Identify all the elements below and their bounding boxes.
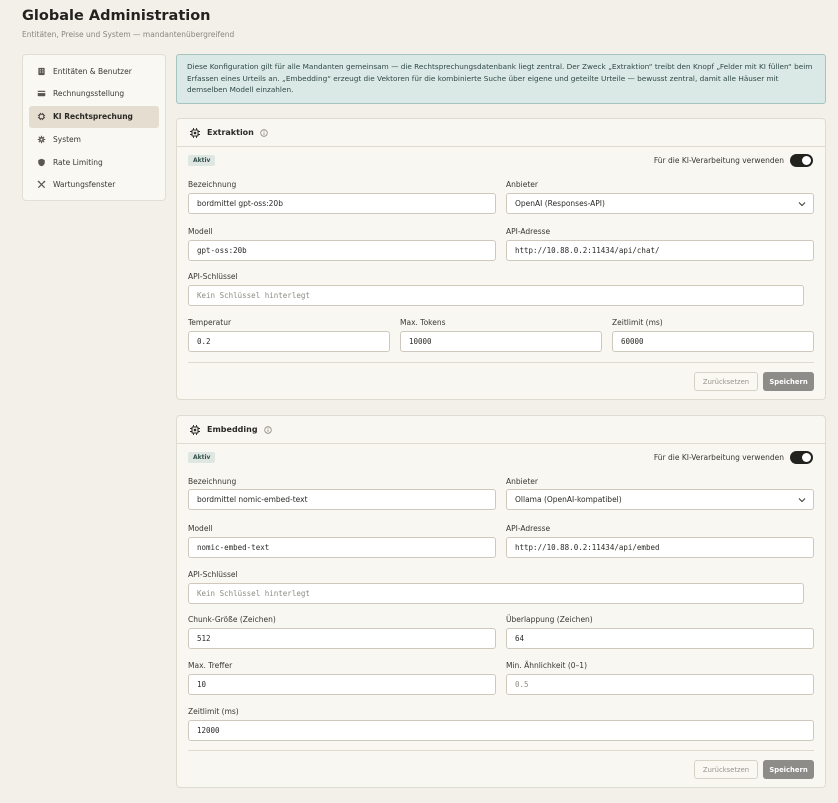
api-adresse-label: API-Adresse bbox=[506, 227, 551, 236]
embedding-card: Embedding Aktiv Für die KI-Verarbeitung … bbox=[176, 415, 826, 788]
api-schluessel-input[interactable]: Kein Schlüssel hinterlegt bbox=[188, 583, 804, 604]
card-title: Extraktion bbox=[207, 128, 254, 137]
temperatur-input[interactable]: 0.2 bbox=[188, 331, 390, 352]
bezeichnung-label: Bezeichnung bbox=[188, 477, 237, 486]
temperatur-label: Temperatur bbox=[188, 318, 232, 327]
api-adresse-input[interactable]: http://10.88.0.2:11434/api/embed bbox=[506, 537, 814, 558]
zeitlimit-label: Zeitlimit (ms) bbox=[612, 318, 663, 327]
card-icon bbox=[37, 89, 46, 98]
zeitlimit-label: Zeitlimit (ms) bbox=[188, 707, 239, 716]
overlap-label: Überlappung (Zeichen) bbox=[506, 615, 593, 624]
card-title: Embedding bbox=[207, 425, 258, 434]
info-icon[interactable] bbox=[260, 128, 268, 137]
modell-input[interactable]: gpt-oss:20b bbox=[188, 240, 496, 261]
info-icon[interactable] bbox=[263, 425, 272, 434]
info-notice: Diese Konfiguration gilt für alle Mandan… bbox=[176, 54, 826, 104]
card-header: Extraktion bbox=[177, 119, 825, 147]
chip-icon bbox=[37, 112, 46, 121]
chip-icon bbox=[190, 127, 200, 138]
sidebar: Entitäten & Benutzer Rechnungsstellung K… bbox=[22, 54, 166, 201]
reset-button[interactable]: Zurücksetzen bbox=[694, 760, 758, 779]
divider bbox=[188, 750, 814, 751]
max-tokens-label: Max. Tokens bbox=[400, 318, 446, 327]
min-aehnlichkeit-input[interactable]: 0.5 bbox=[506, 674, 814, 695]
chunk-input[interactable]: 512 bbox=[188, 628, 496, 649]
max-treffer-label: Max. Treffer bbox=[188, 661, 233, 670]
sidebar-item-label: Entitäten & Benutzer bbox=[53, 66, 132, 76]
toggle-label: Für die KI-Verarbeitung verwenden bbox=[653, 156, 784, 165]
tools-icon bbox=[37, 180, 46, 189]
sidebar-item-label: System bbox=[53, 134, 81, 144]
sidebar-item-ki-rechtsprechung[interactable]: KI Rechtsprechung bbox=[29, 105, 159, 128]
api-schluessel-input[interactable]: Kein Schlüssel hinterlegt bbox=[188, 285, 804, 306]
bezeichnung-input[interactable]: bordmittel nomic-embed-text bbox=[188, 489, 496, 510]
zeitlimit-input[interactable]: 12000 bbox=[188, 720, 814, 741]
use-toggle[interactable] bbox=[790, 154, 813, 167]
card-header: Embedding bbox=[177, 416, 825, 444]
page-subtitle: Entitäten, Preise und System — mandanten… bbox=[22, 30, 235, 39]
sidebar-item-entitaeten[interactable]: Entitäten & Benutzer bbox=[29, 60, 159, 82]
sidebar-item-rate-limiting[interactable]: Rate Limiting bbox=[29, 151, 159, 173]
sidebar-item-rechnungsstellung[interactable]: Rechnungsstellung bbox=[29, 83, 159, 105]
anbieter-value: Ollama (OpenAI-kompatibel) bbox=[515, 495, 622, 504]
anbieter-select[interactable]: Ollama (OpenAI-kompatibel) bbox=[506, 489, 814, 510]
anbieter-label: Anbieter bbox=[506, 180, 538, 189]
min-aehnlichkeit-label: Min. Ähnlichkeit (0–1) bbox=[506, 661, 588, 670]
chip-icon bbox=[190, 424, 200, 435]
reset-button[interactable]: Zurücksetzen bbox=[694, 372, 758, 391]
status-badge: Aktiv bbox=[188, 155, 216, 166]
shield-icon bbox=[37, 158, 46, 167]
modell-label: Modell bbox=[188, 227, 213, 236]
sidebar-item-wartungsfenster[interactable]: Wartungsfenster bbox=[29, 174, 159, 196]
overlap-input[interactable]: 64 bbox=[506, 628, 814, 649]
use-toggle-row: Für die KI-Verarbeitung verwenden bbox=[654, 451, 813, 464]
anbieter-label: Anbieter bbox=[506, 477, 538, 486]
toggle-label: Für die KI-Verarbeitung verwenden bbox=[653, 453, 784, 462]
chunk-label: Chunk-Größe (Zeichen) bbox=[188, 615, 276, 624]
modell-input[interactable]: nomic-embed-text bbox=[188, 537, 496, 558]
use-toggle[interactable] bbox=[790, 451, 813, 464]
save-button[interactable]: Speichern bbox=[763, 372, 814, 391]
status-badge: Aktiv bbox=[188, 452, 216, 463]
max-tokens-input[interactable]: 10000 bbox=[400, 331, 602, 352]
modell-label: Modell bbox=[188, 524, 213, 533]
max-treffer-input[interactable]: 10 bbox=[188, 674, 496, 695]
bezeichnung-label: Bezeichnung bbox=[188, 180, 237, 189]
chevron-down-icon bbox=[798, 202, 806, 207]
bezeichnung-input[interactable]: bordmittel gpt-oss:20b bbox=[188, 193, 496, 214]
anbieter-value: OpenAI (Responses-API) bbox=[515, 199, 605, 208]
building-icon bbox=[37, 67, 46, 76]
sidebar-item-system[interactable]: System bbox=[29, 128, 159, 150]
use-toggle-row: Für die KI-Verarbeitung verwenden bbox=[654, 154, 813, 167]
save-button[interactable]: Speichern bbox=[763, 760, 814, 779]
api-schluessel-label: API-Schlüssel bbox=[188, 570, 238, 579]
page-title: Globale Administration bbox=[22, 8, 211, 24]
api-adresse-input[interactable]: http://10.88.0.2:11434/api/chat/ bbox=[506, 240, 814, 261]
chevron-down-icon bbox=[798, 498, 806, 503]
divider bbox=[188, 362, 814, 363]
sidebar-item-label: Rate Limiting bbox=[53, 157, 103, 167]
sidebar-item-label: Wartungsfenster bbox=[53, 180, 116, 190]
api-adresse-label: API-Adresse bbox=[506, 524, 551, 533]
gear-icon bbox=[37, 135, 46, 144]
api-schluessel-label: API-Schlüssel bbox=[188, 272, 238, 281]
anbieter-select[interactable]: OpenAI (Responses-API) bbox=[506, 193, 814, 214]
extraktion-card: Extraktion Aktiv Für die KI-Verarbeitung… bbox=[176, 118, 826, 400]
zeitlimit-input[interactable]: 60000 bbox=[612, 331, 814, 352]
sidebar-item-label: KI Rechtsprechung bbox=[53, 112, 133, 122]
sidebar-item-label: Rechnungsstellung bbox=[53, 89, 125, 99]
